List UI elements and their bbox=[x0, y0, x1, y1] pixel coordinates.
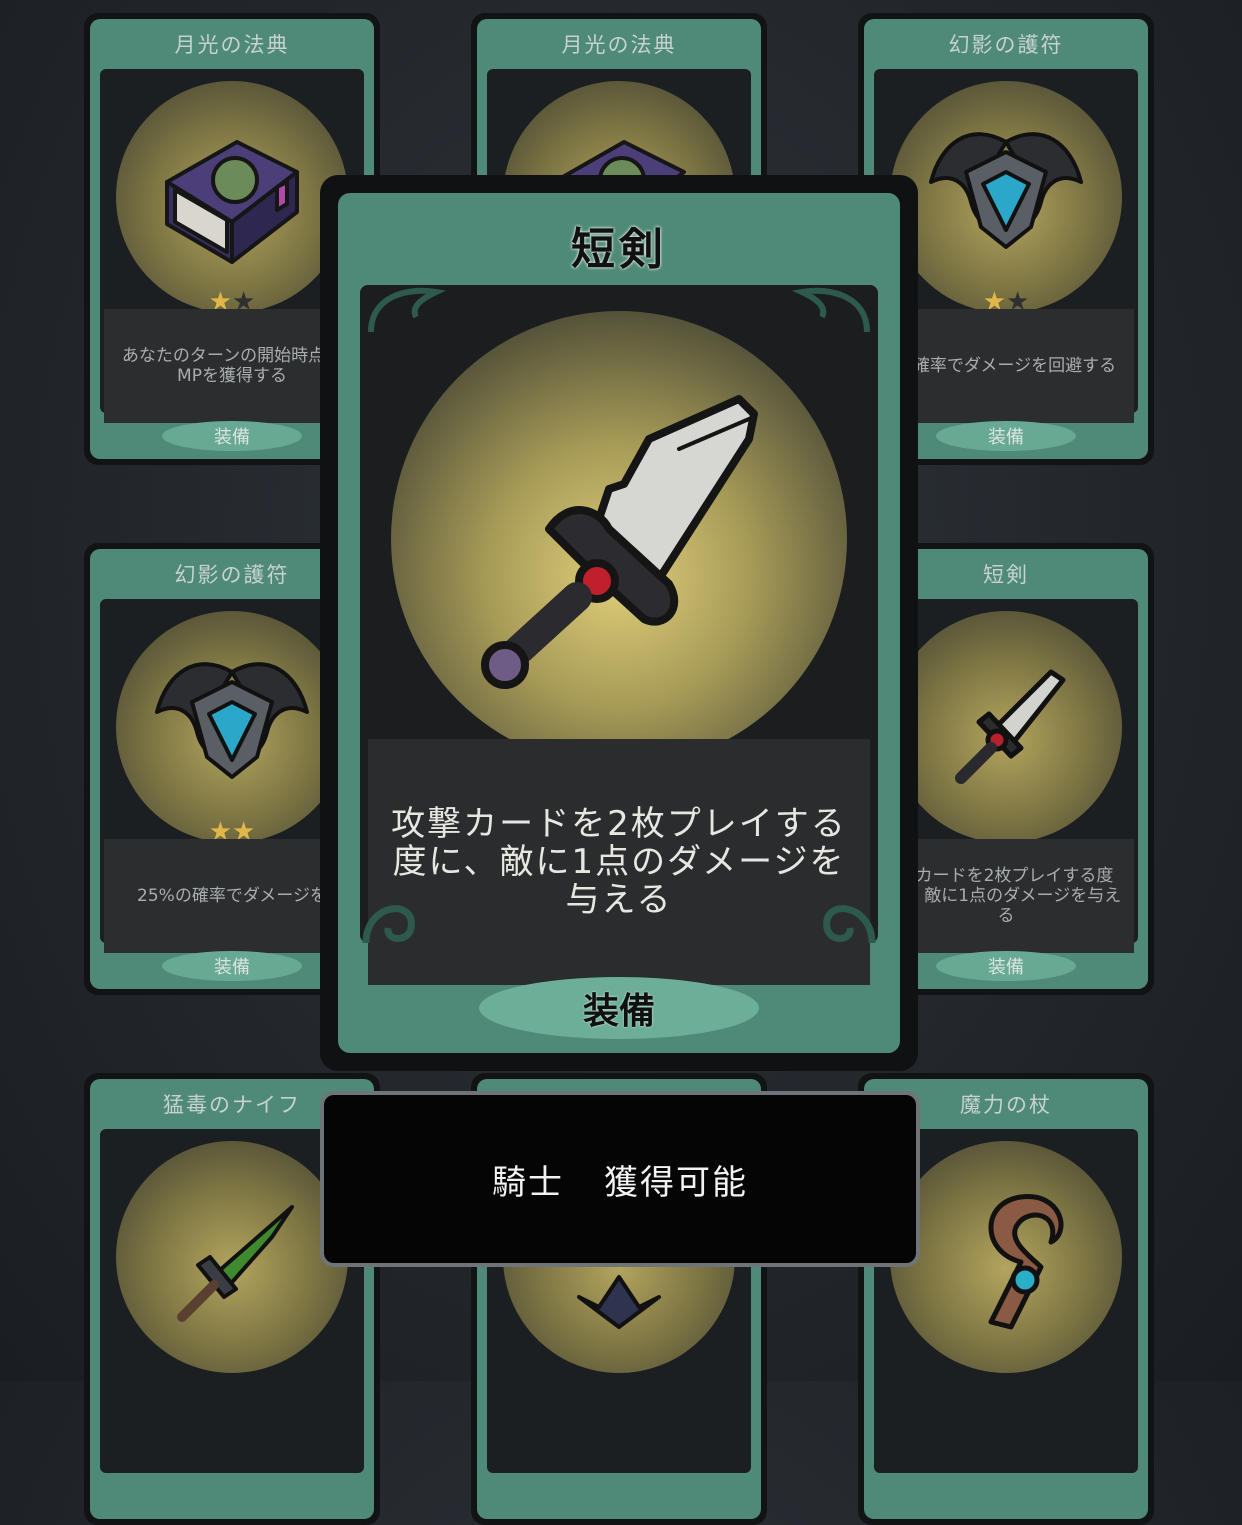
vine-ornament-icon bbox=[368, 287, 446, 333]
card-art bbox=[116, 81, 348, 313]
magic-staff-icon bbox=[988, 1194, 1064, 1330]
card-title: 月光の法典 bbox=[561, 33, 677, 57]
equip-button[interactable]: 装備 bbox=[936, 421, 1076, 451]
character-name: 騎士 bbox=[492, 1162, 564, 1203]
card-title: 幻影の護符 bbox=[948, 33, 1064, 57]
featured-card[interactable]: 短剣 攻撃カードを2枚プレイする度に、敵に1点のダメージを与える 装備 bbox=[320, 175, 918, 1071]
card-art bbox=[890, 611, 1122, 843]
vine-ornament-icon bbox=[792, 287, 870, 333]
card-title: 月光の法典 bbox=[174, 33, 290, 57]
spellbook-icon bbox=[165, 140, 299, 264]
availability-status: 獲得可能 bbox=[604, 1162, 748, 1203]
unlock-tooltip: 騎士 獲得可能 bbox=[320, 1091, 920, 1267]
card-art bbox=[391, 311, 847, 767]
card-art bbox=[116, 611, 348, 843]
equip-button[interactable]: 装備 bbox=[479, 977, 759, 1039]
card-description: 攻撃カードを2枚プレイする度に、敵に1点のダメージを与える bbox=[368, 739, 870, 985]
poison-knife-icon bbox=[177, 1205, 294, 1322]
dagger-icon bbox=[481, 395, 758, 689]
card-art bbox=[890, 81, 1122, 313]
card-art bbox=[890, 1141, 1122, 1373]
card-title: 短剣 bbox=[571, 224, 667, 275]
amulet-icon bbox=[929, 132, 1083, 249]
card-art bbox=[116, 1141, 348, 1373]
dagger-icon bbox=[955, 669, 1066, 784]
swirl-ornament-icon bbox=[362, 905, 415, 944]
amulet-icon bbox=[155, 662, 309, 779]
equip-button[interactable]: 装備 bbox=[162, 951, 302, 981]
equip-button[interactable]: 装備 bbox=[162, 421, 302, 451]
equip-button[interactable]: 装備 bbox=[936, 951, 1076, 981]
swirl-ornament-icon bbox=[823, 905, 876, 944]
